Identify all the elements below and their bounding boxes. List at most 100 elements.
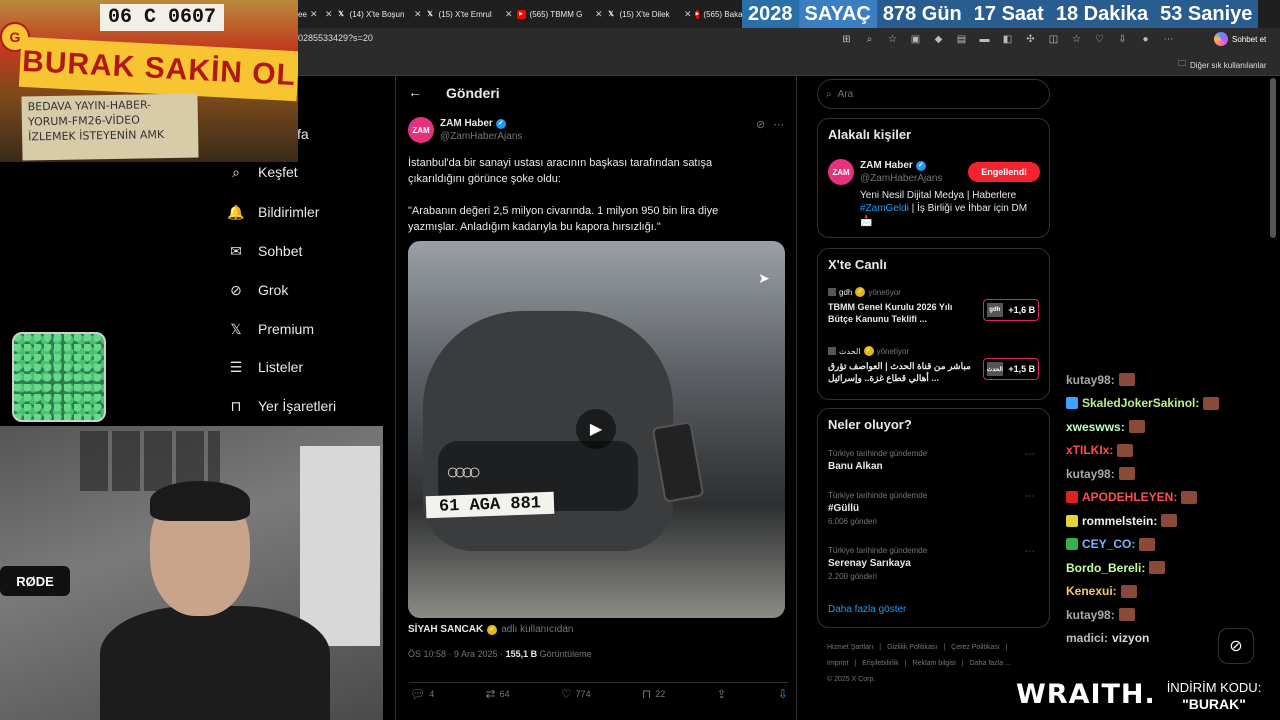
avatar[interactable]: ZAM <box>828 159 854 185</box>
close-icon[interactable]: ✕ <box>505 9 513 20</box>
grok-floating-icon[interactable]: ⊘ <box>1218 628 1254 664</box>
browser-tab[interactable]: ✕ <box>308 4 322 24</box>
grok-icon[interactable]: ⊘ <box>756 118 765 131</box>
extension-icon[interactable]: ▤ <box>955 33 968 46</box>
repost-button[interactable]: ⇄ 64 <box>486 687 510 701</box>
footer-link[interactable]: Reklam bilgisi <box>913 660 956 667</box>
author-handle[interactable]: @ZamHaberAjans <box>440 130 522 143</box>
live-item[interactable]: gdh ✓ yönetiyor TBMM Genel Kurulu 2026 Yılı… <box>828 287 1043 325</box>
footer-link[interactable]: Daha fazla ... <box>970 660 1011 667</box>
author-name[interactable]: ZAM Haber <box>440 117 493 130</box>
blocked-button[interactable]: Engellendi <box>968 162 1040 182</box>
chat-username[interactable]: kutay98: <box>1066 467 1115 481</box>
post-time[interactable]: ÖS 10:58 · 9 Ara 2025 · <box>408 649 506 659</box>
sidebar-item-x-logo[interactable]: 𝕏 Premium <box>228 321 314 338</box>
chat-username[interactable]: APODEHLEYEN: <box>1082 490 1177 504</box>
like-button[interactable]: ♡ 774 <box>561 687 591 701</box>
extensions-puzzle-icon[interactable]: ✣ <box>1024 33 1037 46</box>
footer-link[interactable]: Imprint <box>827 660 848 667</box>
footer-link[interactable]: Gizlilik Politikası <box>887 644 937 651</box>
listener-badge[interactable]: gdh +1,6 B <box>983 299 1039 321</box>
footer-link[interactable]: Hizmet Şartları <box>827 644 873 651</box>
other-favorites-folder[interactable]: 🗀 Diğer sık kullanılanlar <box>1178 58 1266 72</box>
trend-item[interactable]: Türkiye tarihinde gündemde Banu Alkan ⋯ <box>828 449 1043 472</box>
browser-tab[interactable]: ✕ ▶ (565) Baka <box>682 4 742 24</box>
close-icon[interactable]: ✕ <box>595 9 603 20</box>
chat-username[interactable]: SkaledJokerSakinol: <box>1082 396 1199 410</box>
search-icon: ⌕ <box>232 163 240 180</box>
browser-tab-partial[interactable]: ee <box>298 4 308 24</box>
sidebar-item-bell[interactable]: 🔔 Bildirimler <box>227 204 319 221</box>
back-arrow-icon[interactable]: ← <box>408 84 422 100</box>
post-video[interactable]: ○○○○ 61 AGA 881 ▶ <box>408 241 785 618</box>
search-input[interactable]: ⌕ Ara <box>817 79 1050 109</box>
chat-username[interactable]: Kenexui: <box>1066 584 1117 598</box>
browser-tab[interactable]: ✕ ▶ (565) TBMM G <box>503 4 591 24</box>
apps-icon[interactable]: ⊞ <box>840 33 853 46</box>
live-title[interactable]: TBMM Genel Kurulu 2026 Yılı Bütçe Kanunu… <box>828 301 978 325</box>
chat-username[interactable]: xweswws: <box>1066 420 1125 434</box>
copilot-button[interactable]: Sohbet et <box>1214 32 1266 46</box>
url-field[interactable]: 0285533429?s=20 <box>298 33 373 43</box>
favorite-star-icon[interactable]: ☆ <box>886 33 899 46</box>
chat-username[interactable]: kutay98: <box>1066 373 1115 387</box>
chat-username[interactable]: Bordo_Bereli: <box>1066 561 1145 575</box>
chat-username[interactable]: CEY_CO: <box>1082 537 1135 551</box>
chat-username[interactable]: kutay98: <box>1066 608 1115 622</box>
browser-tab[interactable]: ✕ 𝕏 (14) X'te Boşun <box>323 4 409 24</box>
chat-username[interactable]: xTILKIx: <box>1066 443 1113 457</box>
sidebar-item-search[interactable]: ⌕ Keşfet <box>228 163 298 181</box>
browser-tab[interactable]: ✕ 𝕏 (15) X'te Dilek <box>593 4 679 24</box>
sidebar-item-mail[interactable]: ✉ Sohbet <box>228 243 302 260</box>
sidebar-item-list[interactable]: ☰ Listeler <box>228 359 303 376</box>
avatar[interactable]: ZAM <box>408 117 434 143</box>
show-more-link[interactable]: Daha fazla göster <box>828 604 906 615</box>
download-button[interactable]: ⇩ <box>778 687 788 701</box>
video-credit[interactable]: SİYAH SANCAK ✓ adlı kullanıcıdan <box>408 624 573 635</box>
close-icon[interactable]: ✕ <box>310 9 318 20</box>
collections-icon[interactable]: ♡ <box>1093 33 1106 46</box>
extension-icon[interactable]: ◧ <box>1001 33 1014 46</box>
more-options-icon[interactable]: ⋯ <box>1025 449 1035 460</box>
credit-name[interactable]: SİYAH SANCAK <box>408 624 483 635</box>
bio-hashtag[interactable]: #ZamGeldi <box>860 203 909 214</box>
more-options-icon[interactable]: ⋯ <box>773 118 784 131</box>
footer-link[interactable]: Çerez Politikası <box>951 644 1000 651</box>
close-icon[interactable]: ✕ <box>684 9 692 20</box>
chat-username[interactable]: rommelstein: <box>1082 514 1157 528</box>
close-icon[interactable]: ✕ <box>414 9 422 20</box>
avatar[interactable]: ● <box>1139 33 1152 46</box>
live-title[interactable]: مباشر من قناة الحدث | العواصف تؤرق أهالي… <box>828 360 978 384</box>
related-handle[interactable]: @ZamHaberAjans <box>860 172 942 185</box>
sidebar-item-grok[interactable]: ⊘ Grok <box>228 282 288 299</box>
extension-icon[interactable]: ▣ <box>909 33 922 46</box>
browser-tab[interactable]: ✕ 𝕏 (15) X'te Emrul <box>412 4 500 24</box>
bookmark-button[interactable]: ⊓ 22 <box>642 687 665 701</box>
close-icon[interactable]: ✕ <box>325 9 333 20</box>
downloads-icon[interactable]: ⇩ <box>1116 33 1129 46</box>
post-author[interactable]: ZAM ZAM Haber ✓ @ZamHaberAjans <box>408 117 522 143</box>
extension-icon[interactable]: ▬ <box>978 33 991 46</box>
host-name[interactable]: الحدث <box>839 347 861 356</box>
trend-item[interactable]: Türkiye tarihinde gündemde #Güllü 6.006 gö… <box>828 491 1043 526</box>
host-name[interactable]: gdh <box>839 288 852 297</box>
more-options-icon[interactable]: ⋯ <box>1025 546 1035 557</box>
extension-icon[interactable]: ◆ <box>932 33 945 46</box>
favorites-icon[interactable]: ☆ <box>1070 33 1083 46</box>
related-name[interactable]: ZAM Haber <box>860 159 913 172</box>
split-screen-icon[interactable]: ◫ <box>1047 33 1060 46</box>
zoom-icon[interactable]: ⌕ <box>863 33 876 46</box>
scrollbar[interactable] <box>1270 78 1276 238</box>
play-icon[interactable]: ▶ <box>576 409 616 449</box>
more-icon[interactable]: ⋯ <box>1162 33 1175 46</box>
more-options-icon[interactable]: ⋯ <box>1025 491 1035 502</box>
footer-link[interactable]: Erişilebilirlik <box>862 660 899 667</box>
share-button[interactable]: ⇪ <box>717 687 727 701</box>
listener-badge[interactable]: الحدث +1,5 B <box>983 358 1039 380</box>
chat-username[interactable]: madici: <box>1066 631 1108 645</box>
footer-link[interactable]: © 2025 X Corp. <box>827 676 875 683</box>
live-item[interactable]: الحدث ✓ yönetiyor مباشر من قناة الحدث | الع… <box>828 346 1043 384</box>
trend-item[interactable]: Türkiye tarihinde gündemde Serenay Sarıka… <box>828 546 1043 581</box>
reply-button[interactable]: 💬︎ 4 <box>410 687 434 701</box>
sidebar-item-bookmark[interactable]: ⊓ Yer İşaretleri <box>228 398 337 415</box>
